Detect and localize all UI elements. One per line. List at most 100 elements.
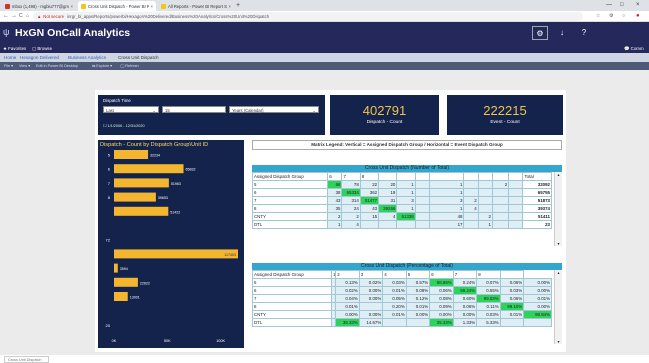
column-header[interactable] — [499, 270, 525, 279]
extensions-icon[interactable]: ⚙ — [609, 11, 613, 22]
scroll-down-icon[interactable]: ▾ — [555, 339, 562, 344]
column-header[interactable]: 2 — [335, 270, 360, 279]
browser-tab[interactable]: All Reports - Power BI Report Se × — [158, 1, 234, 11]
matrix-cell: 99.03% — [476, 294, 501, 303]
reload-icon[interactable]: C — [19, 11, 23, 22]
url-bar[interactable]: ▲ Not secure inrgr_bi_apps/Reports/power… — [33, 12, 583, 21]
matrix-cell: 99.10% — [499, 302, 525, 311]
matrix-cell: 22 — [359, 180, 380, 189]
matrix-cell: 0.00% — [523, 278, 552, 287]
slicer-mode-dropdown[interactable]: Last ⌄ — [103, 106, 159, 113]
column-header[interactable] — [477, 172, 493, 181]
matrix-cell: 0.12% — [405, 294, 431, 303]
close-window-button[interactable]: × — [636, 0, 640, 10]
slicer-unit-dropdown[interactable]: Years (Calendar) ⌄ — [229, 106, 319, 113]
matrix-cell — [508, 212, 524, 221]
matrix-cell — [405, 318, 431, 327]
matrix-cell: 1 — [396, 188, 416, 197]
column-header[interactable] — [491, 172, 510, 181]
bookmark-icon[interactable]: ☆ — [596, 11, 600, 22]
bar[interactable] — [114, 263, 118, 273]
slicer-value-input[interactable]: 15 — [162, 106, 226, 113]
column-header[interactable]: Assigned Dispatch Group — [251, 270, 333, 279]
matrix-cell — [463, 212, 479, 221]
breadcrumb-home[interactable]: Home — [4, 55, 16, 60]
bar[interactable] — [114, 192, 156, 202]
matrix-cell: 0.01% — [382, 310, 407, 319]
matrix-cell: 35 — [327, 204, 343, 213]
column-header[interactable]: 3 — [358, 270, 384, 279]
column-header[interactable]: 6 — [327, 172, 343, 181]
new-tab-button[interactable]: + — [236, 1, 240, 10]
maximize-button[interactable]: □ — [620, 0, 624, 10]
row-header: 6 — [251, 188, 329, 197]
minimize-button[interactable]: — — [606, 0, 612, 10]
comments-button[interactable]: 💬 Comm — [624, 44, 644, 53]
help-icon[interactable]: ? — [576, 26, 592, 40]
download-icon[interactable]: ↓ — [554, 26, 570, 40]
bar-value-label: 13001 — [130, 296, 140, 300]
matrix2-scrollbar[interactable]: ▴ ▾ — [554, 270, 562, 344]
column-header[interactable] — [463, 172, 479, 181]
notification-icon[interactable]: ● — [636, 11, 640, 22]
edit-in-desktop-button[interactable]: Edit in Power BI Desktop — [36, 62, 78, 70]
matrix-cell — [359, 220, 380, 229]
column-header[interactable]: 7 — [452, 270, 478, 279]
page-tab-cross-unit-dispatch[interactable]: Cross Unit Dispatch — [4, 356, 49, 363]
explore-menu[interactable]: ⇆ Explore ▾ — [92, 62, 112, 70]
bar[interactable] — [114, 178, 169, 188]
scroll-up-icon[interactable]: ▴ — [555, 270, 562, 275]
column-header[interactable]: 8 — [359, 172, 380, 181]
matrix-cell: 39.33% — [335, 318, 360, 327]
tab-close-icon[interactable]: × — [149, 4, 153, 9]
home-icon[interactable]: ⌂ — [26, 11, 29, 22]
forward-icon[interactable]: → — [11, 11, 17, 22]
browser-tab[interactable]: Cross Unit Dispatch - Power BI R × — [78, 1, 156, 11]
chart-title: Dispatch - Count by Dispatch Group\Unit … — [100, 142, 209, 148]
column-header[interactable] — [428, 172, 465, 181]
breadcrumb-hexagon-delivered[interactable]: Hexagon Delivered — [20, 55, 59, 60]
browse-button[interactable]: ▢ Browse — [32, 44, 52, 53]
column-header[interactable]: Total — [522, 172, 552, 181]
matrix-cell: 0.01% — [499, 310, 525, 319]
matrix-cell: 0.08% — [405, 286, 431, 295]
tab-label: Cross Unit Dispatch - Power BI R — [88, 3, 149, 9]
column-header[interactable] — [508, 172, 524, 181]
tab-close-icon[interactable]: × — [69, 4, 73, 9]
bar[interactable] — [114, 150, 149, 159]
bar[interactable] — [114, 292, 128, 301]
file-menu[interactable]: File ▾ — [4, 62, 13, 70]
settings-icon[interactable]: ⚙ — [532, 26, 548, 40]
column-header[interactable]: 6 — [429, 270, 454, 279]
browser-tab[interactable]: Inbox (1,496) - mgbiu777@gmai × — [2, 1, 76, 11]
column-header[interactable] — [378, 172, 398, 181]
back-icon[interactable]: ← — [3, 11, 9, 22]
breadcrumb-business-analytics[interactable]: Business Analytics — [68, 55, 106, 60]
matrix-cell: 0.01% — [382, 286, 407, 295]
scroll-up-icon[interactable]: ▴ — [555, 172, 562, 177]
column-header[interactable]: 5 — [405, 270, 431, 279]
view-menu[interactable]: View ▾ — [19, 62, 30, 70]
column-header[interactable]: 7 — [341, 172, 361, 181]
profile-icon[interactable]: ○ — [622, 11, 625, 22]
bar[interactable] — [114, 249, 238, 259]
matrix-cell: 0.57% — [405, 278, 431, 287]
column-header[interactable]: Assigned Dispatch Group — [251, 172, 329, 181]
column-header[interactable]: 4 — [382, 270, 407, 279]
bar[interactable] — [114, 206, 169, 216]
tab-close-icon[interactable]: × — [227, 4, 231, 9]
bar[interactable] — [114, 277, 138, 287]
scroll-down-icon[interactable]: ▾ — [555, 241, 562, 246]
matrix1-scrollbar[interactable]: ▴ ▾ — [554, 172, 562, 246]
not-secure-label: Not secure — [43, 14, 65, 19]
matrix-cell: 0.06% — [429, 286, 454, 295]
matrix-cell: 1 — [428, 180, 465, 189]
column-header[interactable]: 8 — [476, 270, 501, 279]
column-header[interactable] — [396, 172, 416, 181]
matrix-cell — [508, 180, 524, 189]
event-count-value: 222215 — [483, 103, 527, 118]
bar[interactable] — [114, 164, 184, 174]
favorites-button[interactable]: ★ Favorites — [3, 44, 26, 53]
column-header[interactable] — [414, 172, 430, 181]
refresh-button[interactable]: ◯ Refresh — [120, 62, 139, 70]
